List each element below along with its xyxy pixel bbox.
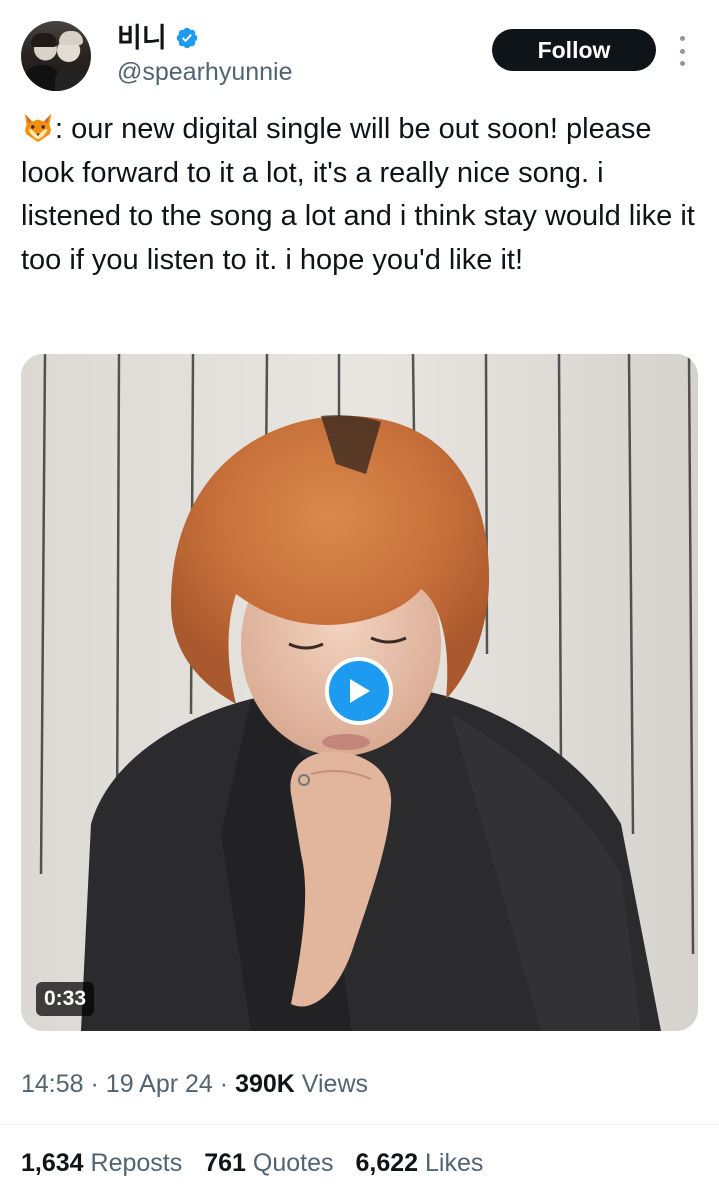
quotes-stat[interactable]: 761 Quotes bbox=[204, 1145, 333, 1181]
play-button[interactable] bbox=[325, 657, 393, 725]
meta-separator: · bbox=[219, 1070, 229, 1098]
more-options-icon[interactable] bbox=[676, 36, 688, 66]
views-count: 390K bbox=[235, 1070, 295, 1098]
display-name[interactable]: 비니 bbox=[117, 22, 199, 54]
views-label: Views bbox=[301, 1070, 369, 1098]
likes-label: Likes bbox=[425, 1149, 484, 1177]
engagement-stats: 1,634 Reposts 761 Quotes 6,622 Likes bbox=[21, 1145, 483, 1181]
display-name-text: 비니 bbox=[117, 23, 167, 53]
follow-button[interactable]: Follow bbox=[492, 29, 656, 71]
author-handle[interactable]: @spearhyunnie bbox=[117, 57, 293, 87]
tweet-date[interactable]: 19 Apr 24 bbox=[106, 1070, 213, 1098]
verified-badge-icon bbox=[176, 27, 197, 49]
tweet-meta: 14:58 · 19 Apr 24 · 390K Views bbox=[21, 1066, 368, 1102]
reposts-count: 1,634 bbox=[21, 1149, 84, 1177]
tweet-time[interactable]: 14:58 bbox=[21, 1070, 84, 1098]
tweet-text: : our new digital single will be out soo… bbox=[21, 108, 701, 282]
tweet-body: : our new digital single will be out soo… bbox=[21, 113, 703, 276]
reposts-label: Reposts bbox=[90, 1149, 183, 1177]
quotes-label: Quotes bbox=[252, 1149, 334, 1177]
avatar[interactable] bbox=[21, 21, 91, 91]
likes-count: 6,622 bbox=[355, 1149, 419, 1177]
divider bbox=[0, 1124, 719, 1125]
fox-emoji bbox=[24, 113, 52, 143]
quotes-count: 761 bbox=[204, 1149, 246, 1177]
video-duration-badge: 0:33 bbox=[36, 982, 95, 1016]
meta-separator: · bbox=[90, 1070, 99, 1098]
play-icon bbox=[350, 679, 370, 703]
reposts-stat[interactable]: 1,634 Reposts bbox=[21, 1145, 182, 1181]
likes-stat[interactable]: 6,622 Likes bbox=[356, 1145, 484, 1181]
video-player[interactable]: 0:33 bbox=[21, 354, 698, 1031]
